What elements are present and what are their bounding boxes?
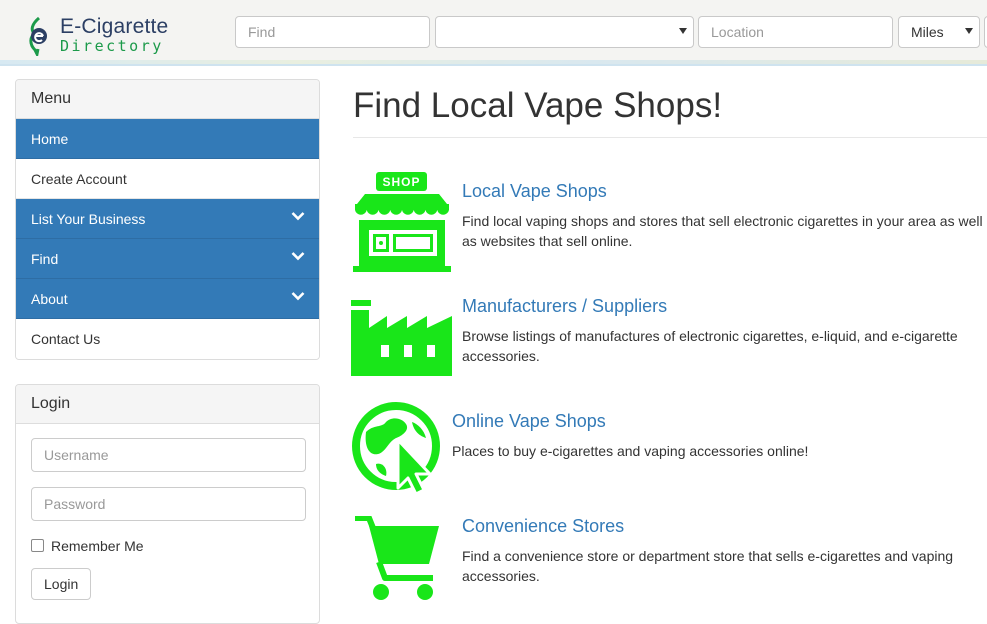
category-description: Places to buy e-cigarettes and vaping ac… xyxy=(452,443,809,459)
menu-item-find[interactable]: Find xyxy=(16,239,319,279)
menu-item-create-account[interactable]: Create Account xyxy=(16,159,319,199)
globe-cursor-icon[interactable] xyxy=(352,402,444,496)
page-title: Find Local Vape Shops! xyxy=(353,86,723,125)
chevron-down-icon xyxy=(965,28,973,34)
menu-item-label: Contact Us xyxy=(31,331,101,347)
login-panel: Login Username Password Remember Me Logi… xyxy=(15,384,320,624)
category-description: Find a convenience store or department s… xyxy=(462,548,954,584)
remember-me-checkbox[interactable] xyxy=(31,539,44,552)
category-description: Browse listings of manufactures of elect… xyxy=(462,328,958,364)
site-logo[interactable]: E-Cigarette Directory xyxy=(26,15,169,58)
menu-item-home[interactable]: Home xyxy=(16,119,319,159)
menu-item-list-your-business[interactable]: List Your Business xyxy=(16,199,319,239)
location-input-field[interactable] xyxy=(711,17,880,47)
password-field[interactable]: Password xyxy=(31,487,306,521)
location-input[interactable] xyxy=(698,16,893,48)
top-header: E-Cigarette Directory Miles xyxy=(0,0,987,66)
menu-panel-title: Menu xyxy=(16,80,319,119)
find-input[interactable] xyxy=(235,16,430,48)
category-description: Find local vaping shops and stores that … xyxy=(462,213,983,249)
login-button[interactable]: Login xyxy=(31,568,92,600)
e-cigarette-logo-icon xyxy=(29,16,47,56)
category-link-online-vape-shops[interactable]: Online Vape Shops xyxy=(452,411,606,432)
login-panel-title: Login xyxy=(16,385,319,424)
units-select[interactable]: Miles xyxy=(898,16,980,48)
chevron-down-icon xyxy=(679,28,687,34)
map-background-strip xyxy=(0,60,987,64)
chevron-down-icon xyxy=(291,252,305,261)
menu-item-about[interactable]: About xyxy=(16,279,319,319)
logo-title: E-Cigarette xyxy=(60,15,169,38)
menu-item-label: List Your Business xyxy=(31,211,146,227)
remember-me-row[interactable]: Remember Me xyxy=(31,536,304,556)
shop-storefront-icon[interactable]: SHOP xyxy=(351,172,453,274)
category-select[interactable] xyxy=(435,16,694,48)
password-placeholder: Password xyxy=(44,496,106,512)
menu-item-contact-us[interactable]: Contact Us xyxy=(16,319,319,359)
category-link-local-vape-shops[interactable]: Local Vape Shops xyxy=(462,181,607,202)
remember-me-label: Remember Me xyxy=(51,538,144,554)
chevron-down-icon xyxy=(291,212,305,221)
username-placeholder: Username xyxy=(44,447,109,463)
category-link-manufacturers-suppliers[interactable]: Manufacturers / Suppliers xyxy=(462,296,667,317)
username-field[interactable]: Username xyxy=(31,438,306,472)
logo-subtitle: Directory xyxy=(60,37,164,55)
title-divider xyxy=(353,137,987,138)
chevron-down-icon xyxy=(291,292,305,301)
menu-item-label: Home xyxy=(31,131,69,147)
menu-item-label: About xyxy=(31,291,68,307)
category-link-convenience-stores[interactable]: Convenience Stores xyxy=(462,516,624,537)
find-input-field[interactable] xyxy=(248,17,417,47)
factory-icon[interactable] xyxy=(351,298,453,376)
units-select-value: Miles xyxy=(911,24,944,40)
shopping-cart-icon[interactable] xyxy=(355,516,441,602)
menu-panel: Menu Home Create Account List Your Busin… xyxy=(15,79,320,360)
shop-sign-text: SHOP xyxy=(382,175,420,189)
menu-item-label: Create Account xyxy=(31,171,127,187)
menu-item-label: Find xyxy=(31,251,59,267)
